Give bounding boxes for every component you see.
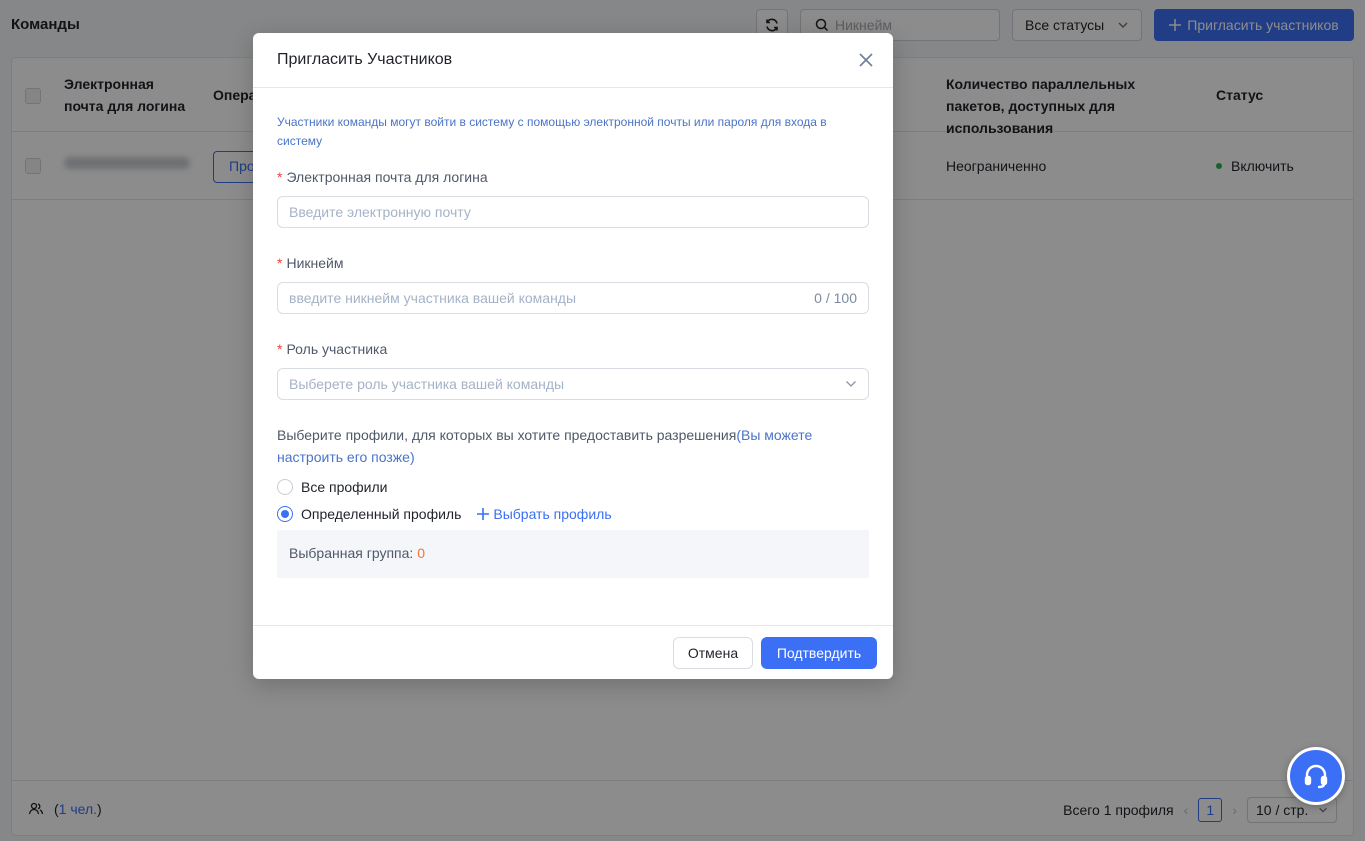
choose-profile-button[interactable]: Выбрать профиль [477,506,612,522]
role-select[interactable]: Выберете роль участника вашей команды [277,368,869,400]
selected-group-box: Выбранная группа: 0 [277,530,869,578]
dialog-header: Пригласить Участников [253,33,893,88]
headset-icon [1304,764,1328,789]
email-field[interactable] [277,196,869,228]
required-asterisk: * [277,341,283,357]
dialog-footer: Отмена Подтвердить [253,625,893,679]
support-chat-button[interactable] [1287,747,1345,805]
dialog-title: Пригласить Участников [277,51,453,68]
plus-icon [477,508,490,520]
invite-members-dialog: Пригласить Участников Участники команды … [253,33,893,679]
radio-all-profiles[interactable]: Все профили [277,479,388,495]
radio-specific-profile[interactable]: Определенный профиль Выбрать профиль [277,506,612,522]
role-field-label: * Роль участника [277,341,388,357]
close-icon[interactable] [857,51,875,69]
email-field-label: * Электронная почта для логина [277,169,488,185]
chevron-down-icon [846,381,856,387]
nickname-input[interactable] [289,290,807,306]
nickname-field-label: * Никнейм [277,255,344,271]
radio-checked-icon[interactable] [277,506,293,522]
radio-all-profiles-label: Все профили [301,479,388,495]
radio-specific-profile-label: Определенный профиль [301,506,462,522]
selected-group-count: 0 [417,545,425,561]
permissions-text: Выберите профили, для которых вы хотите … [277,424,847,468]
nickname-char-counter: 0 / 100 [814,290,857,306]
dialog-info-text: Участники команды могут войти в систему … [277,115,827,148]
choose-profile-label: Выбрать профиль [493,506,612,522]
email-input[interactable] [289,204,857,220]
selected-group-label: Выбранная группа: [289,545,414,561]
role-select-placeholder: Выберете роль участника вашей команды [289,376,565,392]
nickname-field[interactable]: 0 / 100 [277,282,869,314]
required-asterisk: * [277,169,283,185]
required-asterisk: * [277,255,283,271]
confirm-button[interactable]: Подтвердить [761,637,877,669]
permissions-label: Выберите профили, для которых вы хотите … [277,427,737,443]
cancel-button[interactable]: Отмена [673,637,753,669]
radio-unchecked-icon[interactable] [277,479,293,495]
